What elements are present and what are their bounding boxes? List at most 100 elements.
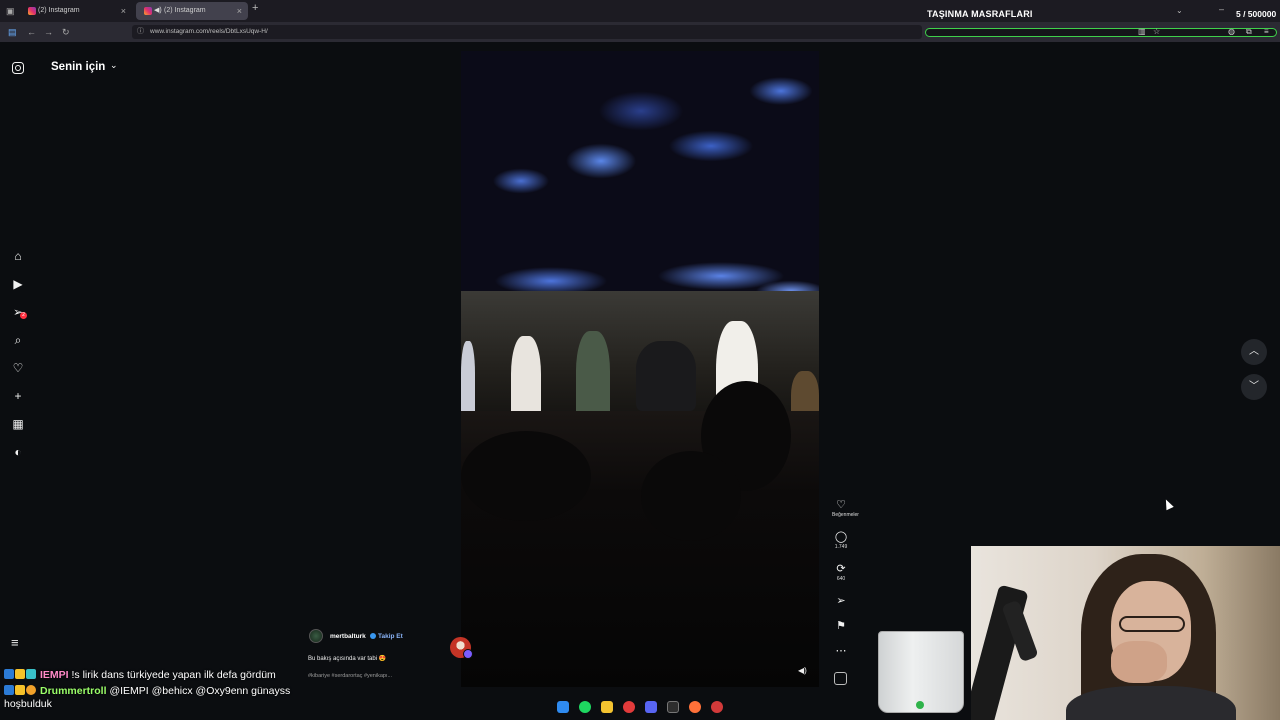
account-icon[interactable]: ◍ <box>1228 25 1235 39</box>
reload-icon[interactable]: ↻ <box>62 25 70 39</box>
previous-reel-button[interactable]: ︿ <box>1241 339 1267 365</box>
tab-title: (2) Instagram <box>164 7 206 14</box>
home-icon[interactable]: ⌂ <box>11 249 25 263</box>
chevron-down-icon: ⌄ <box>1176 6 1183 15</box>
badge-icon <box>15 669 25 679</box>
chat-username: IEMPI <box>40 669 69 681</box>
reel-video[interactable]: ◀) <box>461 51 819 687</box>
crowd <box>461 381 819 687</box>
extensions-icon[interactable]: ⧉ <box>1246 25 1252 39</box>
messages-badge: 2 <box>20 312 27 319</box>
windows-start-icon[interactable] <box>557 701 569 713</box>
reel-hashtags[interactable]: #kibariye #serdarortaç #yenikapı... <box>308 673 392 679</box>
sidebar-icon[interactable]: ▤ <box>8 25 17 39</box>
back-icon[interactable]: ← <box>27 25 36 39</box>
reel-caption: Bu bakış açısında var tabi 😍 <box>308 656 387 662</box>
likes-label: Beğenmeler <box>832 512 859 518</box>
obs-icon[interactable] <box>711 701 723 713</box>
comments-count: 1.749 <box>834 544 848 550</box>
bookmark-icon: ⚑ <box>836 620 846 632</box>
instagram-favicon-icon <box>28 7 36 15</box>
audio-playing-icon[interactable]: ◀) <box>154 2 162 20</box>
chat-text: @IEMPI @behicx @Oxy9enn günayss <box>109 685 291 697</box>
instagram-favicon-icon <box>144 7 152 15</box>
chat-username: Drummertroll <box>40 685 107 697</box>
close-tab-icon[interactable]: × <box>121 2 126 20</box>
badge-icon <box>15 685 25 695</box>
streamer-body <box>1066 686 1236 720</box>
taskbar <box>550 699 730 717</box>
audio-avatar[interactable] <box>450 637 473 659</box>
badge-icon <box>26 669 36 679</box>
dashboard-icon[interactable]: ▦ <box>11 417 25 431</box>
reels-icon[interactable]: ▶ <box>11 277 25 291</box>
glasses <box>1119 616 1185 632</box>
reposts-count: 640 <box>836 576 846 582</box>
next-reel-button[interactable]: ﹀ <box>1241 374 1267 400</box>
close-tab-icon[interactable]: × <box>237 2 242 20</box>
share-icon: ➢ <box>836 595 846 607</box>
share-button[interactable]: ➢ <box>832 595 850 607</box>
search-icon[interactable]: ⌕ <box>11 333 25 347</box>
mouse-cursor <box>1162 497 1174 511</box>
discord-icon[interactable] <box>645 701 657 713</box>
more-icon: ⋯ <box>835 645 847 657</box>
repost-button[interactable]: ⟳ 640 <box>832 563 850 582</box>
profile-icon[interactable]: ◐ <box>11 445 25 459</box>
bookmark-star-icon[interactable]: ☆ <box>1153 25 1160 39</box>
badge-icon <box>4 685 14 695</box>
feed-selector[interactable]: Senin için <box>51 61 105 73</box>
create-icon[interactable]: + <box>11 389 25 403</box>
tab-title: (2) Instagram <box>38 7 80 14</box>
minimize-icon[interactable]: – <box>1219 4 1224 14</box>
drum-kit <box>636 341 696 411</box>
chevron-down-icon[interactable]: ⌄ <box>110 60 118 71</box>
address-bar[interactable]: ⓘ www.instagram.com/reels/DbtLxsUqw-H/ <box>132 25 922 39</box>
new-tab-icon[interactable]: + <box>252 2 258 14</box>
chat-message: Drummertroll @IEMPI @behicx @Oxy9enn gün… <box>4 685 290 697</box>
chat-text: !s lirik dans türkiyede yapan ilk defa g… <box>71 669 276 681</box>
chat-message: hoşbulduk <box>4 698 52 710</box>
heart-icon: ♡ <box>836 499 846 511</box>
browser-tab-active[interactable]: ◀) (2) Instagram × <box>136 2 248 20</box>
more-menu-icon[interactable]: ≡ <box>11 635 19 650</box>
sidebar-toggle-icon[interactable]: ▣ <box>6 4 15 18</box>
webcam-feed <box>971 546 1280 720</box>
goal-count: 5 / 500000 <box>1236 9 1277 19</box>
like-button[interactable]: ♡ Beğenmeler <box>832 499 859 518</box>
performer <box>461 341 475 421</box>
status-dot-icon <box>916 701 924 709</box>
chat-text: hoşbulduk <box>4 698 52 710</box>
opera-icon[interactable] <box>623 701 635 713</box>
forward-icon[interactable]: → <box>44 25 53 39</box>
reader-view-icon[interactable]: ▥ <box>1138 25 1146 39</box>
browser-tab[interactable]: (2) Instagram × <box>22 2 132 20</box>
firefox-icon[interactable] <box>689 701 701 713</box>
follow-button[interactable]: Takip Et <box>378 633 403 640</box>
mute-icon[interactable]: ◀) <box>798 666 807 675</box>
site-info-icon[interactable]: ⓘ <box>137 25 144 39</box>
url-text: www.instagram.com/reels/DbtLxsUqw-H/ <box>150 28 268 35</box>
save-button[interactable]: ⚑ <box>832 620 850 632</box>
browser-tab-bar: ▣ (2) Instagram × ◀) (2) Instagram × + <box>0 0 1280 22</box>
more-options-button[interactable]: ⋯ <box>832 645 850 657</box>
goal-progress-bar: ▥ ☆ ◍ ⧉ ≡ <box>925 25 1277 39</box>
comment-button[interactable]: ◯ 1.749 <box>832 531 850 550</box>
goal-title: TAŞINMA MASRAFLARI <box>927 9 1033 19</box>
audio-thumbnail[interactable] <box>834 672 847 685</box>
badge-icon <box>4 669 14 679</box>
notifications-icon[interactable]: ♡ <box>11 361 25 375</box>
terminal-icon[interactable] <box>667 701 679 713</box>
spotify-icon[interactable] <box>579 701 591 713</box>
chat-message: IEMPI !s lirik dans türkiyede yapan ilk … <box>4 669 276 681</box>
author-name[interactable]: mertbalturk <box>330 633 366 640</box>
menu-icon[interactable]: ≡ <box>1264 25 1269 39</box>
badge-icon <box>26 685 36 695</box>
stage-screen <box>461 51 819 301</box>
file-explorer-icon[interactable] <box>601 701 613 713</box>
verified-badge-icon <box>370 633 376 639</box>
streamer-hand <box>1111 641 1167 683</box>
author-avatar[interactable] <box>309 629 323 643</box>
instagram-logo-icon[interactable] <box>12 62 24 74</box>
comment-icon: ◯ <box>834 531 848 543</box>
